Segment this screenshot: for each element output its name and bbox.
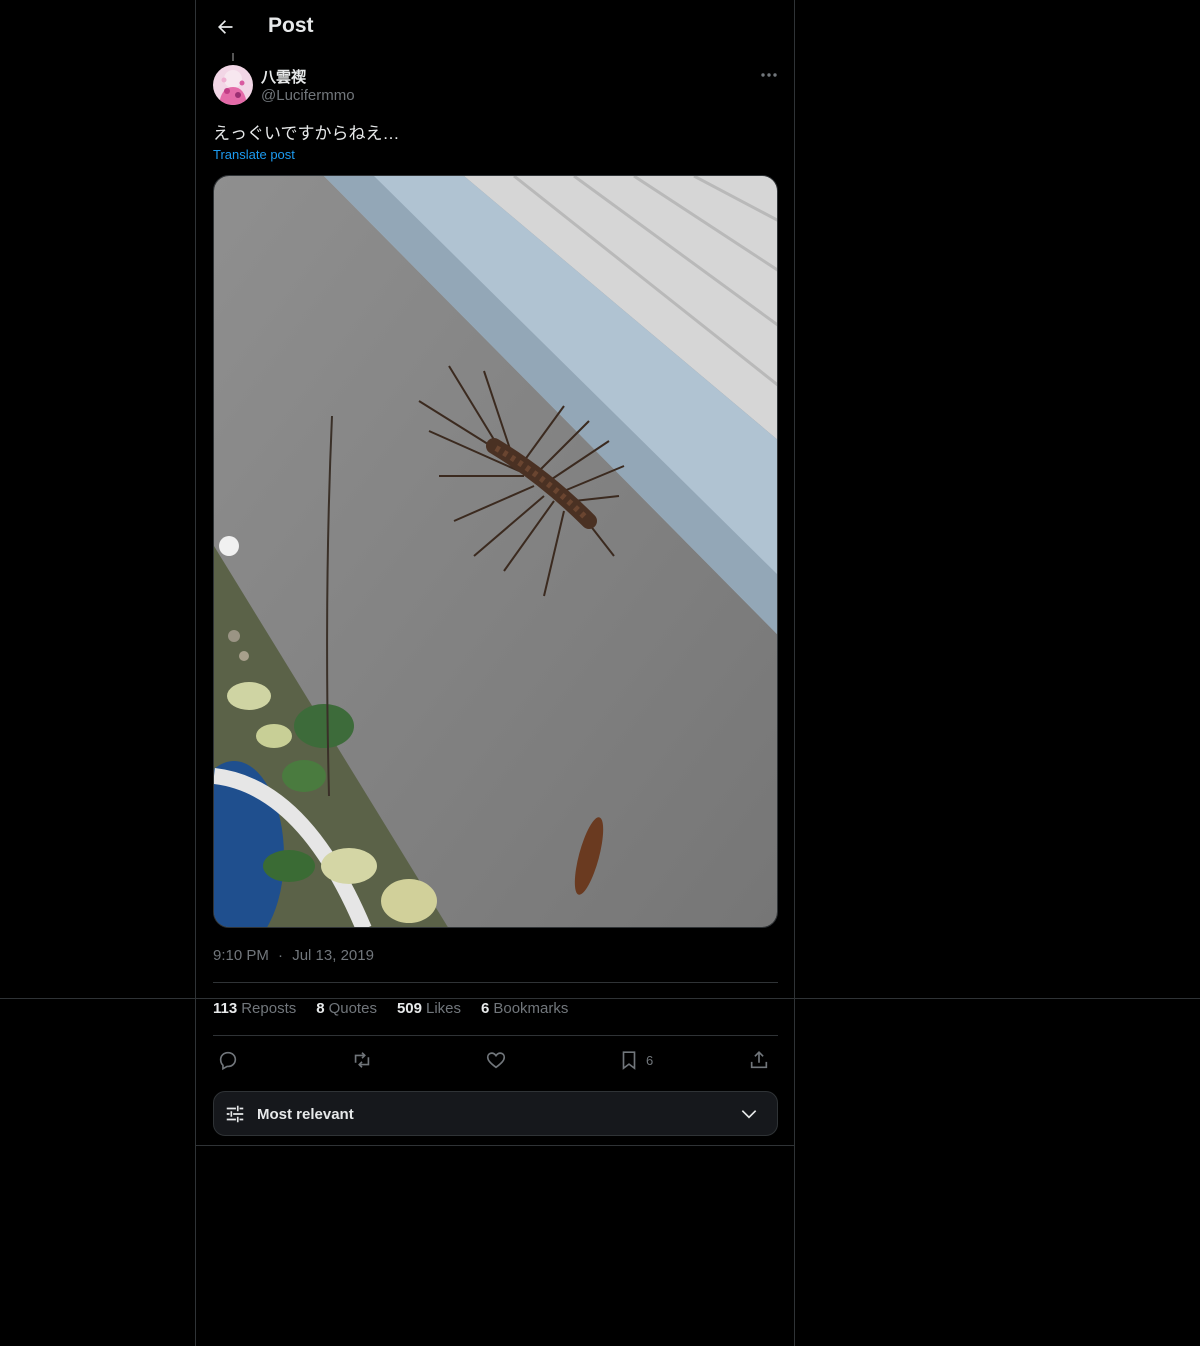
quotes-label: Quotes — [328, 1000, 377, 1017]
page-title: Post — [268, 14, 314, 37]
likes-count: 509 — [396, 1000, 422, 1017]
repost-button[interactable] — [351, 1047, 373, 1073]
bookmark-button[interactable]: 6 — [618, 1047, 653, 1073]
quotes-count: 8 — [316, 1000, 325, 1017]
sort-replies-dropdown[interactable]: Most relevant — [213, 1091, 778, 1136]
post-date-link[interactable]: Jul 13, 2019 — [292, 947, 374, 964]
sliders-icon — [226, 1105, 244, 1123]
share-icon — [750, 1051, 768, 1069]
translate-post-link[interactable]: Translate post — [213, 147, 295, 162]
page-header: Post — [196, 0, 794, 53]
bookmark-icon — [622, 1051, 636, 1070]
likes-stat[interactable]: 509 Likes — [397, 1000, 461, 1017]
chevron-down-icon — [741, 1110, 757, 1119]
centipede-photo — [214, 176, 777, 927]
reply-button[interactable] — [217, 1047, 239, 1073]
arrow-left-icon — [218, 20, 233, 34]
more-dots-icon — [761, 73, 777, 77]
author-handle[interactable]: @Lucifermmo — [261, 87, 355, 104]
share-button[interactable] — [748, 1047, 770, 1073]
reposts-count: 113 — [213, 1000, 238, 1017]
reposts-label: Reposts — [241, 1000, 297, 1017]
avatar[interactable] — [213, 65, 253, 105]
divider — [213, 982, 778, 983]
primary-column: Post 八雲禊 @Lucifermmo えっぐいですからねえ… Transla… — [195, 0, 795, 1346]
back-button[interactable] — [210, 12, 240, 42]
sort-label: Most relevant — [257, 1106, 354, 1123]
divider — [196, 1145, 794, 1146]
post-time-link[interactable]: 9:10 PM — [213, 947, 269, 964]
post-image[interactable] — [213, 175, 778, 928]
action-bar: 6 — [213, 1045, 778, 1075]
like-button[interactable] — [485, 1047, 507, 1073]
bookmarks-label: Bookmarks — [493, 1000, 569, 1017]
more-options-button[interactable] — [756, 66, 782, 84]
divider — [213, 1035, 778, 1036]
separator-dot: · — [278, 947, 284, 964]
bookmarks-stat[interactable]: 6 Bookmarks — [481, 1000, 568, 1017]
post-timestamp: 9:10 PM · Jul 13, 2019 — [213, 947, 374, 964]
likes-label: Likes — [425, 1000, 462, 1017]
post-text: えっぐいですからねえ… — [213, 124, 400, 143]
heart-icon — [486, 1052, 506, 1069]
bookmark-count: 6 — [646, 1052, 654, 1068]
thread-line — [232, 53, 234, 61]
bookmarks-count: 6 — [481, 1000, 490, 1017]
author-name[interactable]: 八雲禊 — [261, 66, 306, 87]
quotes-stat[interactable]: 8 Quotes — [316, 1000, 377, 1017]
reposts-stat[interactable]: 113 Reposts — [213, 1000, 296, 1017]
reply-icon — [219, 1051, 237, 1071]
repost-icon — [354, 1052, 370, 1068]
engagement-stats: 113 Reposts 8 Quotes 509 Likes 6 Bookmarks — [213, 1000, 568, 1017]
